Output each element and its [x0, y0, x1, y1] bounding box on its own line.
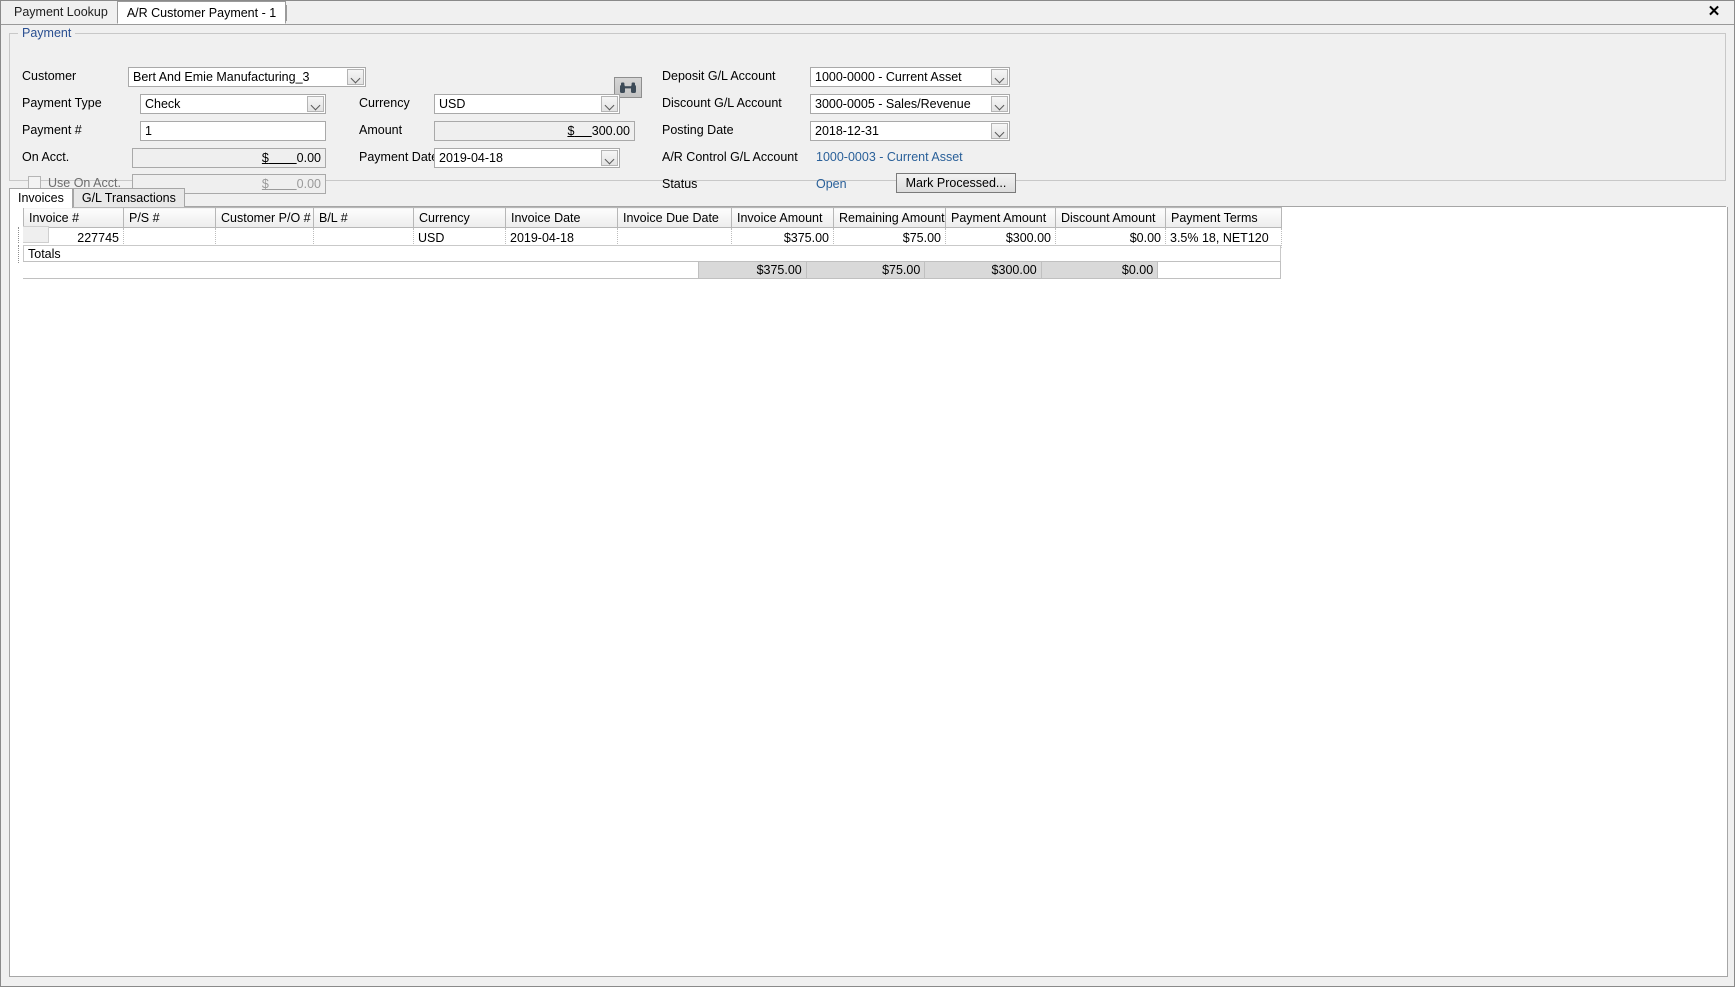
tab-invoices[interactable]: Invoices [9, 188, 73, 208]
totals-spacer [23, 261, 699, 279]
currency-value: USD [439, 97, 466, 111]
payment-date-combo[interactable]: 2019-04-18 [434, 148, 620, 168]
on-acct-label: On Acct. [22, 150, 70, 164]
ar-control-gl-value-link[interactable]: 1000-0003 - Current Asset [816, 149, 963, 165]
tab-gl-transactions[interactable]: G/L Transactions [72, 188, 185, 207]
amount-field[interactable]: $ 300.00 [434, 121, 635, 141]
column-header-payment-amount[interactable]: Payment Amount [945, 207, 1056, 228]
tab-divider [286, 5, 288, 21]
totals-label: Totals [23, 245, 1281, 261]
payment-date-value: 2019-04-18 [439, 151, 503, 165]
currency-label: Currency [359, 96, 410, 110]
totals-payment-terms [1157, 261, 1281, 279]
chevron-down-icon[interactable] [347, 69, 364, 85]
invoices-table: Invoice # P/S # Customer P/O # B/L # Cur… [23, 207, 1282, 248]
totals-payment-amount: $300.00 [924, 261, 1042, 279]
customer-label: Customer [22, 69, 77, 83]
payment-date-label: Payment Date [359, 150, 439, 164]
column-header-bl-no[interactable]: B/L # [313, 207, 414, 228]
grid-header-row: Invoice # P/S # Customer P/O # B/L # Cur… [23, 207, 1282, 228]
discount-gl-value: 3000-0005 - Sales/Revenue [815, 97, 971, 111]
chevron-down-icon[interactable] [601, 96, 618, 112]
totals-remaining-amount: $75.00 [806, 261, 926, 279]
column-header-customer-po[interactable]: Customer P/O # [215, 207, 314, 228]
chevron-down-icon[interactable] [307, 96, 324, 112]
column-header-payment-terms[interactable]: Payment Terms [1165, 207, 1282, 228]
payment-number-value: 1 [145, 124, 152, 138]
column-header-invoice-due-date[interactable]: Invoice Due Date [617, 207, 732, 228]
discount-gl-combo[interactable]: 3000-0005 - Sales/Revenue [810, 94, 1010, 114]
payment-number-input[interactable]: 1 [140, 121, 326, 141]
discount-gl-label: Discount G/L Account [662, 96, 782, 110]
tab-payment-lookup[interactable]: Payment Lookup [5, 1, 117, 24]
payment-number-label: Payment # [22, 123, 82, 137]
column-header-currency[interactable]: Currency [413, 207, 506, 228]
on-acct-currency-symbol: $ [261, 151, 269, 165]
application-window: Payment Lookup A/R Customer Payment - 1 ✕… [0, 0, 1735, 987]
deposit-gl-combo[interactable]: 1000-0000 - Current Asset [810, 67, 1010, 87]
totals-invoice-amount: $375.00 [698, 261, 807, 279]
column-header-invoice-date[interactable]: Invoice Date [505, 207, 618, 228]
amount-label: Amount [359, 123, 403, 137]
ar-control-gl-label: A/R Control G/L Account [662, 150, 798, 164]
chevron-down-icon[interactable] [601, 150, 618, 166]
totals-discount-amount: $0.00 [1041, 261, 1159, 279]
window-tab-strip: Payment Lookup A/R Customer Payment - 1 ✕ [1, 1, 1734, 25]
currency-combo[interactable]: USD [434, 94, 620, 114]
close-icon[interactable]: ✕ [1704, 2, 1724, 22]
totals-gutter-dots [18, 245, 19, 263]
totals-row: $375.00 $75.00 $300.00 $0.00 [23, 261, 1281, 279]
chevron-down-icon[interactable] [991, 96, 1008, 112]
deposit-gl-value: 1000-0000 - Current Asset [815, 70, 962, 84]
amount-value: 300.00 [591, 124, 630, 138]
column-header-ps-no[interactable]: P/S # [123, 207, 216, 228]
posting-date-value: 2018-12-31 [815, 124, 879, 138]
detail-tab-strip: Invoices G/L Transactions [9, 188, 1726, 208]
customer-value: Bert And Emie Manufacturing_3 [133, 70, 310, 84]
posting-date-combo[interactable]: 2018-12-31 [810, 121, 1010, 141]
column-header-remaining-amount[interactable]: Remaining Amount [833, 207, 946, 228]
row-handle[interactable] [23, 226, 49, 243]
payment-group-box: Payment Customer Bert And Emie Manufactu… [9, 26, 1726, 194]
column-header-invoice-amount[interactable]: Invoice Amount [731, 207, 834, 228]
chevron-down-icon[interactable] [991, 123, 1008, 139]
column-header-discount-amount[interactable]: Discount Amount [1055, 207, 1166, 228]
payment-type-label: Payment Type [22, 96, 102, 110]
row-gutter-dots [18, 227, 19, 243]
invoices-grid: Invoice # P/S # Customer P/O # B/L # Cur… [9, 207, 1728, 977]
posting-date-label: Posting Date [662, 123, 734, 137]
tab-ar-customer-payment[interactable]: A/R Customer Payment - 1 [116, 1, 287, 24]
deposit-gl-label: Deposit G/L Account [662, 69, 776, 83]
column-header-invoice-no[interactable]: Invoice # [23, 207, 124, 228]
payment-type-combo[interactable]: Check [140, 94, 326, 114]
on-acct-value: 0.00 [296, 151, 321, 165]
customer-combo[interactable]: Bert And Emie Manufacturing_3 [128, 67, 366, 87]
on-acct-amount-field[interactable]: $ 0.00 [132, 148, 326, 168]
chevron-down-icon[interactable] [991, 69, 1008, 85]
payment-type-value: Check [145, 97, 181, 111]
binoculars-icon [620, 82, 636, 93]
